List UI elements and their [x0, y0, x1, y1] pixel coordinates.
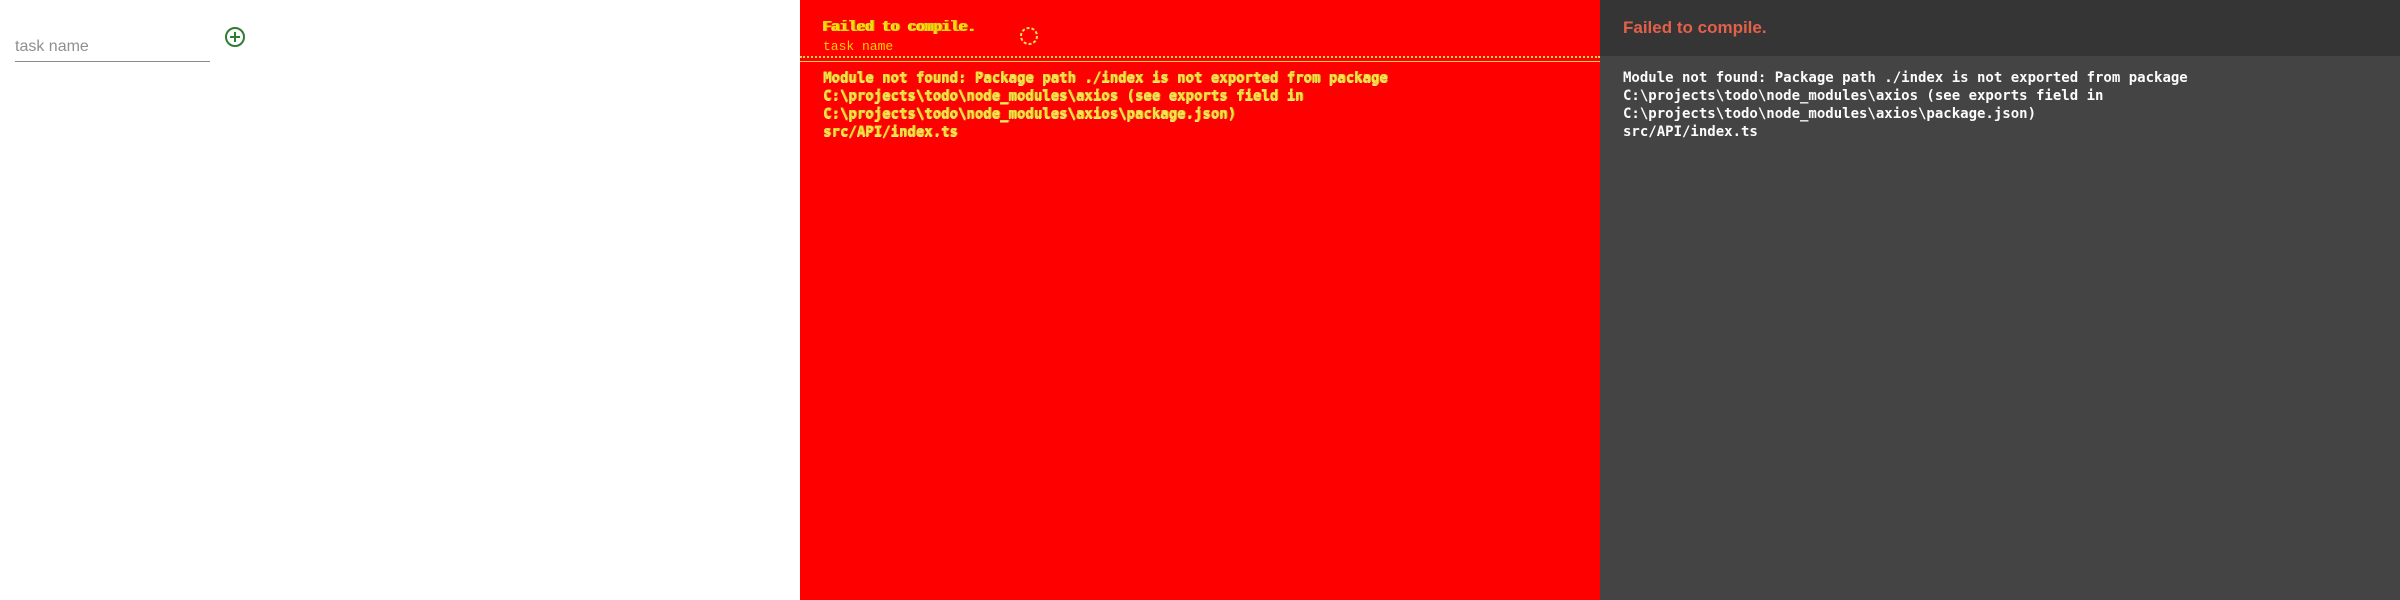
diff-title: Failed to compile. — [823, 19, 977, 36]
plus-circle-icon — [225, 27, 245, 47]
diff-divider-line — [800, 61, 1600, 62]
app-panel — [0, 0, 800, 600]
error-header: Failed to compile. — [1600, 0, 2400, 56]
add-task-button[interactable] — [220, 22, 250, 52]
error-overlay-panel: Failed to compile. Module not found: Pac… — [1600, 0, 2400, 600]
diff-error-message: Module not found: Package path ./index i… — [823, 70, 1388, 140]
diff-divider — [800, 56, 1600, 58]
diff-subtitle: task name — [823, 39, 894, 54]
task-name-input[interactable] — [15, 32, 210, 62]
error-message: Module not found: Package path ./index i… — [1623, 70, 2188, 140]
spinner-icon — [1020, 27, 1038, 45]
diff-overlay-panel: Failed to compile. task name Module not … — [800, 0, 1600, 600]
error-title: Failed to compile. — [1623, 18, 1767, 37]
